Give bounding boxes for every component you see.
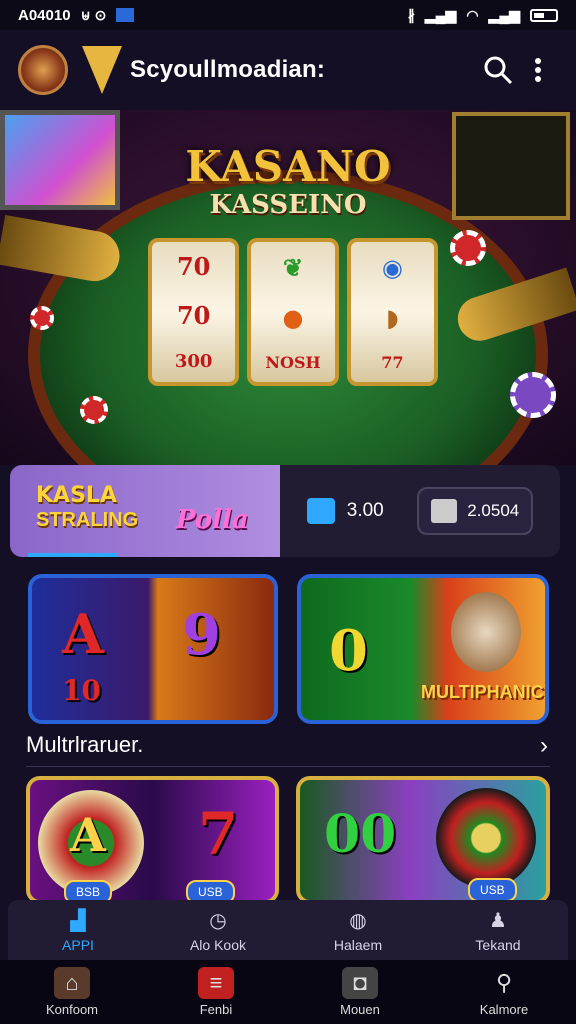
poker-chip	[450, 230, 486, 266]
reel-2: ❦ ● NOSH	[247, 238, 339, 386]
game-title: MULTIPHANICX	[421, 682, 549, 702]
cat-mascot-icon	[451, 592, 521, 672]
app-title: Scyoullmoadian:	[130, 56, 326, 83]
bonus-value: 2.0504	[467, 501, 520, 520]
dock-label: Mouen	[340, 1002, 380, 1017]
system-dock: ⌂ Konfoom ≡ Fenbi ◘ Mouen ⚲ Kalmore	[0, 960, 576, 1024]
app-logo[interactable]	[18, 45, 68, 95]
nav-item-alo-kook[interactable]: ◷ Alo Kook	[163, 907, 273, 954]
roulette-wheel-icon	[436, 788, 536, 888]
nav-label: APPI	[62, 937, 94, 953]
game-card[interactable]: 00 USB	[296, 776, 550, 904]
game-symbol: A	[62, 602, 104, 666]
reel-symbol: 70	[176, 252, 211, 282]
bottom-nav: ▟ APPI ◷ Alo Kook ◍ Halaem ♟ Tekand	[8, 900, 568, 960]
nav-label: Alo Kook	[189, 937, 247, 953]
reel-symbol: 70	[176, 301, 211, 331]
wallet-icon	[306, 498, 335, 524]
globe-icon: ◍	[349, 909, 367, 932]
game-card[interactable]: A 7 BSB USB	[26, 776, 279, 904]
dock-label: Fenbi	[199, 1002, 233, 1017]
ball-icon: ●	[282, 302, 304, 332]
image-icon	[116, 8, 135, 22]
dock-item-fenbi[interactable]: ≡ Fenbi	[168, 967, 264, 1017]
reel-symbol: 300	[174, 350, 213, 372]
search-icon: ⚲	[495, 970, 513, 995]
wifi-icon: ◠	[466, 6, 479, 23]
nav-item-appi[interactable]: ▟ APPI	[23, 907, 133, 954]
game-card[interactable]: 0 MULTIPHANICX	[297, 574, 549, 724]
dock-label: Kalmore	[479, 1002, 529, 1017]
nav-label: Halaem	[333, 937, 383, 953]
bluetooth-icon: ∦	[407, 6, 415, 23]
balance-display[interactable]: 3.00	[306, 498, 384, 524]
bird-icon: ◉	[381, 252, 403, 282]
poker-chip-small	[30, 306, 54, 330]
game-symbol-9: 9	[182, 602, 221, 668]
game-symbol: A	[70, 808, 106, 862]
reel-1: 70 70 300	[148, 238, 240, 386]
hero-banner[interactable]: KASANO KASSEINO 70 70 300 ❦ ● NOSH ◉ ◗ 7…	[0, 110, 576, 465]
kebab-menu-icon	[535, 58, 541, 82]
signal-icon-2: ▂▄▆	[488, 6, 520, 23]
nav-item-halaem[interactable]: ◍ Halaem	[303, 907, 413, 954]
hero-subtitle: KASSEINO	[209, 190, 367, 220]
nav-label: Tekand	[475, 937, 521, 953]
game-badge: USB	[468, 878, 517, 900]
seven-icon: 77	[381, 352, 404, 372]
status-time: A04010	[18, 6, 71, 24]
promo-tab-indicator	[28, 553, 118, 557]
signal-icon: ▂▄▆	[424, 6, 457, 23]
promo-banner[interactable]: KASLA STRALING Polla	[10, 465, 280, 557]
slot-reels: 70 70 300 ❦ ● NOSH ◉ ◗ 77	[148, 238, 438, 386]
briefcase-icon	[431, 499, 458, 523]
poker-chip-left	[80, 396, 108, 424]
dog-icon: ▟	[70, 909, 86, 932]
status-bar: A04010 ⊎ ⊙ ∦ ▂▄▆ ◠ ▂▄▆	[0, 0, 576, 30]
bonus-display[interactable]: 2.0504	[417, 487, 534, 535]
app-bar: Scyoullmoadian:	[0, 30, 576, 110]
promo-subtitle: STRALING	[36, 509, 139, 531]
reel-3: ◉ ◗ 77	[346, 238, 438, 386]
dock-item-konfoom[interactable]: ⌂ Konfoom	[24, 967, 120, 1017]
search-button[interactable]	[478, 50, 518, 90]
game-symbol-7: 7	[198, 800, 239, 868]
clock-icon: ◷	[209, 909, 227, 932]
dock-label: Konfoom	[45, 1002, 99, 1017]
game-symbol: 00	[324, 804, 397, 865]
notification-icon: ⊎ ⊙	[80, 6, 107, 23]
gem-logo-icon	[82, 46, 122, 94]
reel-symbol: NOSH	[265, 352, 321, 372]
leaf-icon: ❦	[282, 252, 304, 282]
promo-brand: Polla	[176, 505, 249, 535]
game-symbol-10: 10	[62, 674, 101, 707]
balance-value: 3.00	[346, 500, 384, 521]
home-icon: ⌂	[54, 967, 90, 999]
promo-strip[interactable]: KASLA STRALING Polla 3.00 2.0504	[10, 465, 560, 557]
dock-item-mouen[interactable]: ◘ Mouen	[312, 967, 408, 1017]
game-card[interactable]: A 9 10	[28, 574, 278, 724]
more-menu-button[interactable]	[518, 50, 558, 90]
camera-icon: ◘	[342, 967, 378, 999]
profile-icon: ♟	[489, 909, 507, 932]
search-icon	[484, 56, 513, 85]
chip-icon: ≡	[198, 967, 234, 999]
game-symbol: 0	[329, 618, 368, 684]
chevron-right-icon[interactable]: ›	[540, 732, 548, 760]
section-title: Multrlraruer.	[26, 732, 144, 757]
nav-item-tekand[interactable]: ♟ Tekand	[443, 907, 553, 954]
promo-title: KASLA	[36, 483, 117, 508]
poker-chip-purple	[510, 372, 556, 418]
battery-icon	[530, 8, 558, 22]
dock-item-kalmore[interactable]: ⚲ Kalmore	[456, 967, 552, 1017]
divider	[26, 766, 550, 767]
hero-title: KASANO	[185, 142, 391, 191]
croissant-icon: ◗	[385, 302, 399, 332]
